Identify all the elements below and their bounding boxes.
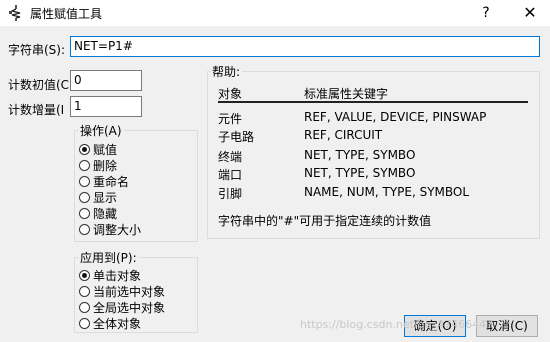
radio-assign[interactable]: 赋值 xyxy=(79,141,117,158)
help-row-object: 端口 xyxy=(218,168,243,182)
radio-label: 隐藏 xyxy=(93,207,118,221)
radio-dot xyxy=(79,160,90,171)
radio-label: 重命名 xyxy=(93,175,130,189)
radio-current-selected[interactable]: 当前选中对象 xyxy=(79,283,165,300)
count-start-input[interactable]: 0 xyxy=(70,70,142,91)
close-button[interactable]: ✕ xyxy=(518,3,542,23)
count-start-label: 计数初值(C xyxy=(8,78,70,92)
radio-label: 删除 xyxy=(93,159,118,173)
radio-dot xyxy=(79,208,90,219)
watermark: https://blog.csdn.net/qq_47466447 xyxy=(300,318,494,331)
radio-all-objects[interactable]: 全体对象 xyxy=(79,315,141,332)
dialog-window: 属性赋值工具 ? ✕ 字符串(S): NET=P1# 计数初值(C 0 计数增量… xyxy=(0,0,550,342)
string-input[interactable]: NET=P1# xyxy=(70,36,540,57)
radio-dot xyxy=(79,224,90,235)
radio-dot xyxy=(79,192,90,203)
radio-delete[interactable]: 删除 xyxy=(79,157,117,174)
help-row-keywords: NET, TYPE, SYMBO xyxy=(304,166,416,180)
radio-dot xyxy=(79,318,90,329)
radio-resize[interactable]: 调整大小 xyxy=(79,221,141,238)
radio-click-object[interactable]: 单击对象 xyxy=(79,267,141,284)
help-header-object: 对象 xyxy=(218,87,243,101)
help-row-object: 元件 xyxy=(218,112,243,126)
help-row-object: 引脚 xyxy=(218,187,243,201)
count-step-label: 计数增量(I xyxy=(8,103,65,117)
radio-dot xyxy=(79,270,90,281)
operation-group-title: 操作(A) xyxy=(78,122,124,139)
help-row-keywords: REF, CIRCUIT xyxy=(304,128,383,142)
count-step-input[interactable]: 1 xyxy=(70,96,142,117)
radio-label: 单击对象 xyxy=(93,269,142,283)
help-note: 字符串中的"#"可用于指定连续的计数值 xyxy=(218,214,432,228)
radio-label: 当前选中对象 xyxy=(93,285,166,299)
radio-rename[interactable]: 重命名 xyxy=(79,173,129,190)
radio-global-selected[interactable]: 全局选中对象 xyxy=(79,299,165,316)
resistor-tool-icon xyxy=(8,5,24,21)
radio-dot xyxy=(79,176,90,187)
title-bar: 属性赋值工具 ? ✕ xyxy=(0,0,550,26)
string-label: 字符串(S): xyxy=(8,43,66,57)
help-row-object: 终端 xyxy=(218,150,243,164)
radio-dot xyxy=(79,286,90,297)
window-title: 属性赋值工具 xyxy=(30,7,103,21)
apply-to-group-title: 应用到(P): xyxy=(78,249,139,266)
radio-dot xyxy=(79,302,90,313)
help-header-keywords: 标准属性关键字 xyxy=(304,87,389,101)
help-row-keywords: NAME, NUM, TYPE, SYMBOL xyxy=(304,185,470,199)
radio-label: 全局选中对象 xyxy=(93,301,166,315)
help-row-keywords: REF, VALUE, DEVICE, PINSWAP xyxy=(304,110,487,124)
radio-label: 调整大小 xyxy=(93,223,142,237)
radio-label: 全体对象 xyxy=(93,317,142,331)
radio-label: 赋值 xyxy=(93,143,118,157)
help-header-divider xyxy=(218,101,528,103)
radio-show[interactable]: 显示 xyxy=(79,189,117,206)
help-row-object: 子电路 xyxy=(218,130,255,144)
radio-dot xyxy=(79,144,90,155)
radio-label: 显示 xyxy=(93,191,118,205)
help-button[interactable]: ? xyxy=(474,3,498,23)
help-row-keywords: NET, TYPE, SYMBO xyxy=(304,148,416,162)
help-panel: 对象 标准属性关键字 元件 REF, VALUE, DEVICE, PINSWA… xyxy=(208,70,540,240)
radio-hide[interactable]: 隐藏 xyxy=(79,205,117,222)
